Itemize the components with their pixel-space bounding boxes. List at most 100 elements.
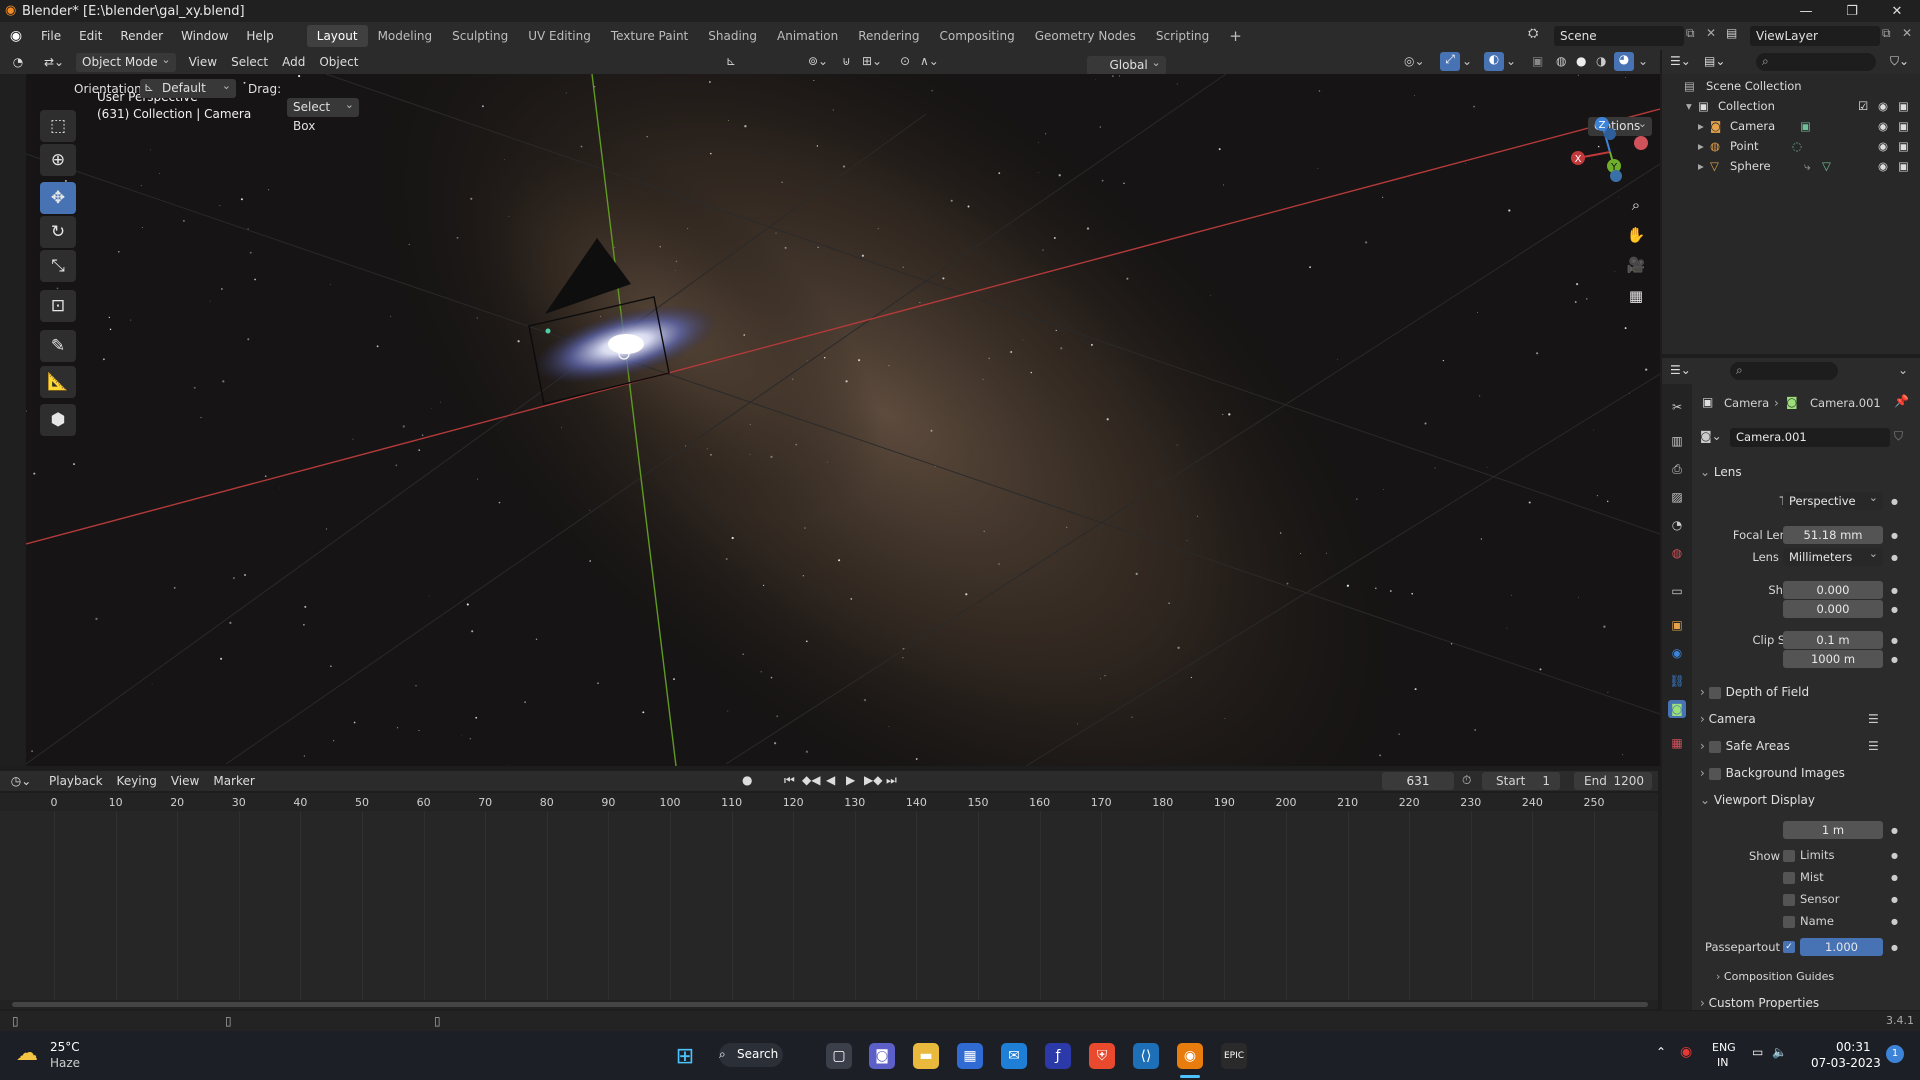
record-icon[interactable]: ● bbox=[742, 773, 752, 787]
vscode-icon[interactable]: ⟨⟩ bbox=[1133, 1043, 1159, 1069]
jump-start-icon[interactable]: ⏮ bbox=[784, 773, 795, 788]
select-mode-icon[interactable]: ⇄⌄ bbox=[36, 55, 72, 69]
constraints-tab-icon[interactable]: ⛓ bbox=[1668, 672, 1686, 690]
name-checkbox[interactable] bbox=[1783, 915, 1795, 928]
teams-chat-icon[interactable]: ◙ bbox=[869, 1043, 895, 1069]
custom-properties-section[interactable]: › Custom Properties bbox=[1700, 996, 1819, 1010]
sphere-render-icon[interactable]: ▣ bbox=[1898, 156, 1909, 176]
render-tab-icon[interactable]: ▥ bbox=[1668, 432, 1686, 450]
datablock-browse-icon[interactable]: ◙⌄ bbox=[1700, 429, 1722, 443]
volume-icon[interactable]: 🔈 bbox=[1772, 1045, 1787, 1059]
menu-select[interactable]: Select bbox=[224, 55, 275, 69]
modifier-icon[interactable]: ⤷ bbox=[1804, 156, 1810, 176]
fake-user-icon[interactable]: ⛉ bbox=[1894, 429, 1903, 444]
timeline-scrollbar-thumb[interactable] bbox=[12, 1002, 1648, 1007]
mesh-data-icon[interactable]: ▽ bbox=[1822, 156, 1831, 176]
keyframe-dot-icon[interactable]: ● bbox=[1891, 531, 1898, 540]
keyframe-dot-icon[interactable]: ● bbox=[1891, 851, 1898, 860]
tool-tab-icon[interactable]: ✂ bbox=[1668, 398, 1686, 416]
show-sensor-option[interactable]: Sensor bbox=[1783, 892, 1839, 906]
point-render-icon[interactable]: ▣ bbox=[1898, 136, 1909, 156]
select-box-tool-icon[interactable]: ⬚ bbox=[40, 110, 76, 142]
sensor-checkbox[interactable] bbox=[1783, 893, 1795, 906]
scene-close-icon[interactable]: ✕ bbox=[1706, 26, 1716, 40]
safe-areas-checkbox[interactable] bbox=[1708, 740, 1721, 753]
properties-options-icon[interactable]: ⌄ bbox=[1898, 363, 1908, 377]
menu-file[interactable]: File bbox=[32, 22, 70, 50]
clip-end-field[interactable]: 1000 m bbox=[1783, 650, 1883, 668]
filter-icon[interactable]: ⛉⌄ bbox=[1890, 54, 1909, 69]
show-name-option[interactable]: Name bbox=[1783, 914, 1834, 928]
microsoft-store-icon[interactable]: ▦ bbox=[957, 1043, 983, 1069]
gizmo-options-icon[interactable]: ⌄ bbox=[1462, 54, 1472, 68]
lens-unit-dropdown[interactable]: Millimeters bbox=[1783, 545, 1883, 566]
next-keyframe-icon[interactable]: ▶◆ bbox=[864, 773, 882, 787]
weather-temp[interactable]: 25°C bbox=[50, 1040, 80, 1054]
zoom-icon[interactable]: ⌕ bbox=[1624, 193, 1648, 217]
perspective-toggle-icon[interactable]: ▦ bbox=[1624, 284, 1648, 308]
tab-rendering[interactable]: Rendering bbox=[848, 25, 929, 47]
clock-time[interactable]: 00:31 bbox=[1836, 1040, 1871, 1054]
transform-tool-icon[interactable]: ⊡ bbox=[40, 290, 76, 322]
light-data-icon[interactable]: ◌ bbox=[1792, 136, 1802, 156]
timeline-menu-marker[interactable]: Marker bbox=[206, 774, 261, 788]
keyframe-dot-icon[interactable]: ● bbox=[1891, 943, 1898, 952]
menu-help[interactable]: Help bbox=[237, 22, 282, 50]
wireframe-shading-icon[interactable]: ◍ bbox=[1556, 54, 1566, 68]
pivot-icon[interactable]: ⊚⌄ bbox=[808, 54, 828, 68]
solid-shading-icon[interactable]: ● bbox=[1576, 54, 1586, 68]
timeline-ruler[interactable]: 0 10 20 30 40 50 60 70 80 90 100 110 120 130 140 150 160… bbox=[0, 793, 1658, 811]
move-tool-icon[interactable]: ✥ bbox=[40, 182, 76, 214]
point-visibility-icon[interactable]: ◉ bbox=[1878, 136, 1888, 156]
mode-dropdown[interactable]: Object Mode bbox=[76, 50, 176, 72]
viewlayer-name-field[interactable]: ViewLayer bbox=[1750, 26, 1880, 46]
overlay-toggle-icon[interactable]: ◐ bbox=[1484, 52, 1504, 71]
object-tab-icon[interactable]: ▣ bbox=[1668, 616, 1686, 634]
viewport-display-section[interactable]: ⌄ Viewport Display bbox=[1700, 793, 1815, 807]
outliner-scene-collection[interactable]: ▤ Scene Collection bbox=[1662, 76, 1920, 96]
lens-type-dropdown[interactable]: Perspective bbox=[1783, 489, 1883, 510]
menu-edit[interactable]: Edit bbox=[70, 22, 111, 50]
falloff-icon[interactable]: ∧⌄ bbox=[920, 54, 939, 68]
language-code[interactable]: ENG bbox=[1712, 1041, 1736, 1054]
keyframe-dot-icon[interactable]: ● bbox=[1891, 636, 1898, 645]
lens-section-header[interactable]: ⌄ Lens bbox=[1700, 465, 1742, 479]
depth-of-field-section[interactable]: › Depth of Field bbox=[1700, 685, 1809, 699]
background-images-section[interactable]: › Background Images bbox=[1700, 766, 1845, 780]
tab-compositing[interactable]: Compositing bbox=[929, 25, 1024, 47]
menu-render[interactable]: Render bbox=[111, 22, 172, 50]
orientation-dropdown[interactable]: Default bbox=[140, 76, 236, 98]
outliner-collection[interactable]: ▾ ▣ Collection ☑ ◉ ▣ bbox=[1662, 96, 1920, 116]
close-button[interactable]: ✕ bbox=[1874, 0, 1920, 22]
tray-chevron-icon[interactable]: ⌃ bbox=[1656, 1045, 1666, 1059]
collection-visibility-icon[interactable]: ◉ bbox=[1878, 96, 1888, 116]
dof-checkbox[interactable] bbox=[1708, 686, 1721, 699]
composition-guides-section[interactable]: › Composition Guides bbox=[1716, 970, 1834, 983]
tab-animation[interactable]: Animation bbox=[767, 25, 848, 47]
timeline-scrollbar[interactable] bbox=[0, 1000, 1658, 1009]
show-limits-option[interactable]: Limits bbox=[1783, 848, 1835, 862]
brave-browser-icon[interactable]: ⛨ bbox=[1089, 1043, 1115, 1069]
language-region[interactable]: IN bbox=[1717, 1056, 1728, 1069]
timeline-editor-icon[interactable]: ◷⌄ bbox=[0, 774, 42, 788]
outliner-editor-icon[interactable]: ☰⌄ bbox=[1670, 54, 1691, 68]
epic-games-icon[interactable]: EPIC bbox=[1221, 1043, 1247, 1069]
keyframe-dot-icon[interactable]: ● bbox=[1891, 586, 1898, 595]
proportional-edit-icon[interactable]: ⊙ bbox=[900, 54, 910, 68]
camera-render-icon[interactable]: ▣ bbox=[1898, 116, 1909, 136]
preset-list-icon[interactable]: ☰ bbox=[1868, 712, 1879, 726]
gizmo-toggle-icon[interactable]: ⤢ bbox=[1440, 52, 1460, 71]
pin-icon[interactable]: 📌 bbox=[1894, 394, 1909, 408]
menu-add[interactable]: Add bbox=[275, 55, 312, 69]
safe-areas-section[interactable]: › Safe Areas bbox=[1700, 739, 1790, 753]
expand-arrow-icon[interactable]: ▸ bbox=[1698, 156, 1704, 176]
xray-icon[interactable]: ▣ bbox=[1532, 54, 1543, 68]
measure-tool-icon[interactable]: 📐 bbox=[40, 366, 76, 398]
timeline-menu-playback[interactable]: Playback bbox=[42, 774, 110, 788]
keyframe-dot-icon[interactable]: ● bbox=[1891, 873, 1898, 882]
play-reverse-icon[interactable]: ◀ bbox=[826, 773, 835, 787]
camera-view-icon[interactable]: 🎥 bbox=[1624, 253, 1648, 277]
view-layer-tab-icon[interactable]: ▨ bbox=[1668, 488, 1686, 506]
shading-options-icon[interactable]: ⌄ bbox=[1638, 54, 1648, 68]
menu-view[interactable]: View bbox=[182, 55, 224, 69]
